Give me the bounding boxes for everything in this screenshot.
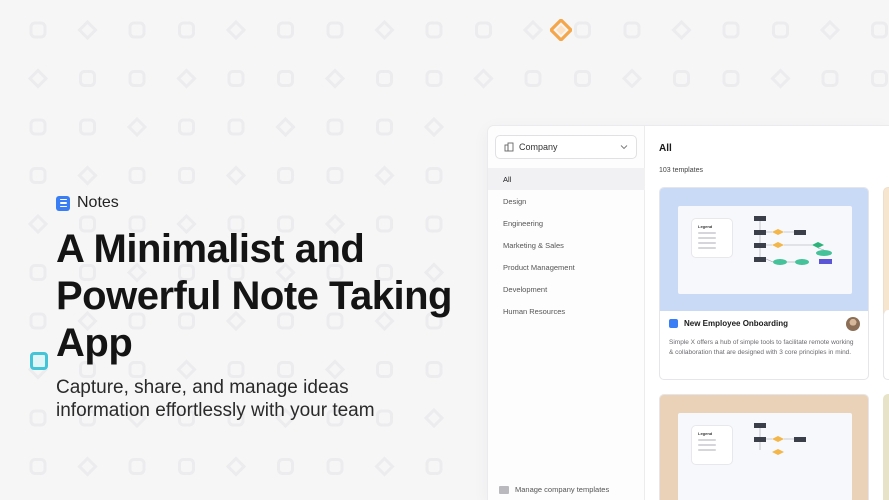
template-preview: Legend (660, 395, 868, 500)
workspace-select[interactable]: Company (495, 135, 637, 159)
flowchart-icon (754, 423, 806, 455)
app-window: Company All Design Engineering Marketing & … (488, 126, 889, 500)
workspace-select-label: Company (519, 142, 558, 152)
sidebar-item-engineering[interactable]: Engineering (488, 212, 645, 234)
template-count: 103 templates (659, 167, 703, 174)
building-icon (504, 142, 514, 152)
sidebar-item-human-resources[interactable]: Human Resources (488, 300, 645, 322)
app-name: Notes (77, 194, 119, 211)
notes-icon (669, 319, 678, 328)
flowchart-preview: Legend (678, 206, 852, 294)
sidebar-item-marketing-sales[interactable]: Marketing & Sales (488, 234, 645, 256)
diamond-logo-icon (550, 19, 572, 41)
template-preview: Legend (660, 188, 868, 311)
manage-templates-label: Manage company templates (515, 485, 610, 494)
app-tag: Notes (56, 192, 456, 214)
folder-icon (499, 485, 509, 494)
template-card[interactable]: Legend (659, 187, 869, 380)
templates-panel: All 103 templates Legend New Employee On… (645, 126, 889, 500)
author-avatar (846, 317, 860, 331)
sidebar: Company All Design Engineering Marketing & … (488, 126, 645, 500)
template-card-peek-info (883, 310, 889, 380)
sidebar-item-design[interactable]: Design (488, 190, 645, 212)
sidebar-item-product-management[interactable]: Product Management (488, 256, 645, 278)
flowchart-icon (754, 216, 832, 265)
template-description: Simple X offers a hub of simple tools to… (669, 339, 854, 356)
hero-section: Notes A Minimalist and Powerful Note Tak… (56, 192, 456, 422)
hero-title: A Minimalist and Powerful Note Taking Ap… (56, 227, 452, 365)
category-list: All Design Engineering Marketing & Sales Pro… (488, 168, 645, 322)
template-info: New Employee Onboarding Simple X offers … (660, 311, 868, 379)
sidebar-item-development[interactable]: Development (488, 278, 645, 300)
template-card-peek[interactable] (883, 394, 889, 500)
sidebar-item-all[interactable]: All (488, 168, 645, 190)
accent-square-icon (30, 352, 48, 370)
template-title-row: New Employee Onboarding (669, 319, 788, 328)
template-title: New Employee Onboarding (684, 319, 789, 328)
panel-title: All (659, 143, 672, 154)
template-card[interactable]: Legend (659, 394, 869, 500)
hero-subtitle: Capture, share, and manage ideas informa… (56, 377, 375, 421)
manage-templates-link[interactable]: Manage company templates (499, 485, 609, 494)
chevron-down-icon (620, 145, 628, 150)
notes-icon (56, 195, 70, 211)
flowchart-preview: Legend (678, 413, 852, 500)
